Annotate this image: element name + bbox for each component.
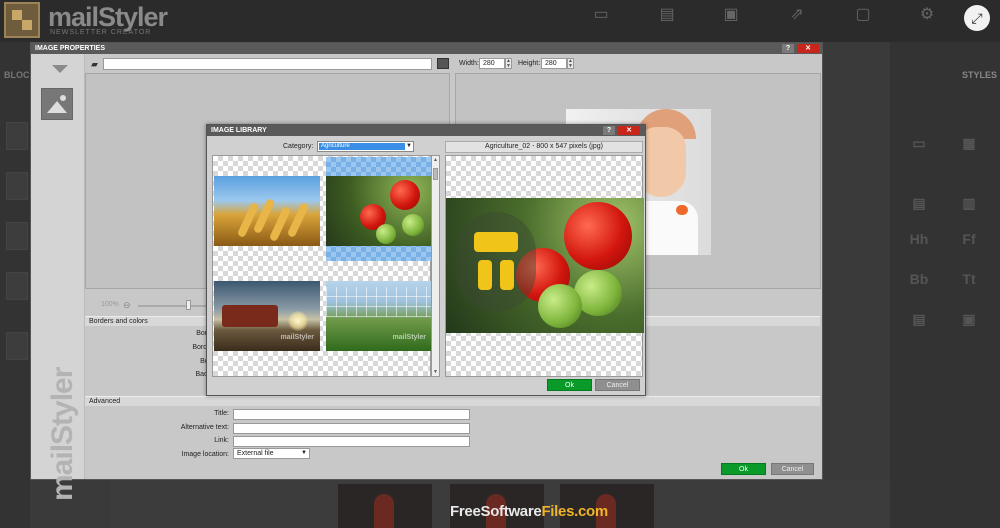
image-location-label: Image location: (181, 451, 229, 458)
site-watermark: FreeSoftwareFiles.com (450, 503, 608, 520)
title-label: Title: (214, 410, 229, 417)
library-close-button[interactable]: ✕ (618, 126, 640, 135)
style-tile[interactable]: Tt (954, 264, 984, 294)
width-label: Width: (459, 60, 479, 67)
thumbnail-tomatoes[interactable] (326, 176, 432, 246)
image-location-select[interactable]: External file ▼ (233, 448, 310, 459)
category-value: Agriculture (319, 143, 405, 150)
styles-panel: ▭ ▦ ▤ ▥ Hh Ff Bb Tt ▤ ▣ (890, 42, 1000, 528)
chevron-down-icon: ▼ (301, 450, 307, 456)
sidebar-brand: mailStyler (46, 367, 79, 501)
zoom-slider[interactable] (138, 305, 210, 307)
thumbnail-greenhouse[interactable]: mailStyler (326, 281, 432, 351)
toolbar-preview-icon[interactable]: ▢ (848, 4, 878, 34)
fullscreen-icon[interactable]: ⤢ (964, 5, 990, 31)
image-location-value: External file (237, 450, 274, 457)
style-tile[interactable]: ▥ (954, 188, 984, 218)
library-title: IMAGE LIBRARY (207, 125, 645, 136)
thumbnail-harvester[interactable]: mailStyler (214, 281, 320, 351)
scroll-down-icon[interactable]: ▼ (432, 368, 439, 376)
toolbar-new-icon[interactable]: ▭ (586, 4, 616, 34)
height-label: Height: (518, 60, 541, 67)
style-tile[interactable]: ▦ (954, 128, 984, 158)
styles-label: STYLES (962, 70, 998, 80)
alt-text-input[interactable] (233, 423, 470, 434)
block-item[interactable] (6, 172, 28, 200)
image-icon[interactable] (41, 88, 73, 120)
title-input[interactable] (233, 409, 470, 420)
close-button[interactable]: ✕ (797, 44, 819, 53)
cancel-button[interactable]: Cancel (771, 463, 814, 475)
advanced-section-header[interactable]: Advanced (85, 396, 820, 406)
scroll-up-icon[interactable]: ▲ (432, 156, 439, 164)
image-url-input[interactable] (103, 58, 432, 70)
app-logo-icon (4, 2, 40, 38)
thumbnail-scrollbar[interactable]: ▲ ▼ (431, 155, 440, 377)
preview-info: Agriculture_02 - 800 x 547 pixels (jpg) (445, 141, 643, 153)
ok-button[interactable]: Ok (721, 463, 766, 475)
block-item[interactable] (6, 272, 28, 300)
library-preview (445, 155, 644, 377)
library-ok-button[interactable]: Ok (547, 379, 592, 391)
library-help-button[interactable]: ? (603, 126, 615, 135)
category-select[interactable]: Agriculture ▼ (317, 141, 414, 152)
app-toolbar: mailStyler NEWSLETTER CREATOR ▭ ▤ ▣ ⇗ ▢ … (0, 0, 1000, 42)
blocks-panel (0, 42, 30, 528)
dialog-title: IMAGE PROPERTIES (31, 43, 822, 54)
image-library-dialog: IMAGE LIBRARY ? ✕ Category: Agriculture … (206, 124, 646, 396)
style-tile[interactable]: ▣ (954, 304, 984, 334)
style-tile[interactable]: Bb (904, 264, 934, 294)
category-label: Category: (283, 143, 314, 150)
thumbnail-watermark: mailStyler (392, 334, 426, 341)
thumbnail-grid[interactable]: mailStyler mailStyler (212, 155, 432, 377)
toolbar-settings-icon[interactable]: ⚙ (912, 4, 942, 34)
height-input[interactable]: 280 (541, 58, 567, 69)
canvas-image[interactable] (338, 484, 432, 528)
width-input[interactable]: 280 (479, 58, 505, 69)
zoom-value: 100% (101, 301, 119, 308)
height-stepper[interactable]: ▲ ▼ (567, 58, 574, 69)
scrollbar-thumb[interactable] (433, 168, 438, 180)
chevron-down-icon: ▼ (406, 143, 412, 149)
toolbar-save-icon[interactable]: ▣ (716, 4, 746, 34)
watermark-main: FreeSoftware (450, 503, 542, 520)
zoom-slider-handle[interactable] (186, 300, 191, 310)
link-label: Link: (214, 437, 229, 444)
link-input[interactable] (233, 436, 470, 447)
style-tile[interactable]: ▤ (904, 304, 934, 334)
site-logo-icon (456, 212, 536, 312)
style-tile[interactable]: Hh (904, 224, 934, 254)
dialog-sidebar: mailStyler (31, 54, 85, 501)
watermark-accent: Files.com (541, 503, 608, 520)
style-tile[interactable]: ▤ (904, 188, 934, 218)
style-tile[interactable]: ▭ (904, 128, 934, 158)
block-item[interactable] (6, 122, 28, 150)
width-stepper[interactable]: ▲ ▼ (505, 58, 512, 69)
alt-text-label: Alternative text: (180, 424, 229, 431)
active-pointer-icon (52, 65, 68, 73)
folder-icon[interactable]: ▰ (91, 59, 98, 70)
zoom-out-icon[interactable]: ⊖ (123, 300, 131, 311)
help-button[interactable]: ? (782, 44, 794, 53)
toolbar-export-icon[interactable]: ⇗ (782, 4, 812, 34)
preview-tomatoes-photo (446, 198, 644, 333)
app-logo-subtitle: NEWSLETTER CREATOR (50, 29, 152, 36)
library-cancel-button[interactable]: Cancel (595, 379, 640, 391)
image-browse-icon[interactable] (437, 58, 449, 69)
toolbar-open-icon[interactable]: ▤ (652, 4, 682, 34)
block-item[interactable] (6, 222, 28, 250)
block-item[interactable] (6, 332, 28, 360)
style-tile[interactable]: Ff (954, 224, 984, 254)
thumbnail-watermark: mailStyler (280, 334, 314, 341)
thumbnail-wheat[interactable] (214, 176, 320, 246)
